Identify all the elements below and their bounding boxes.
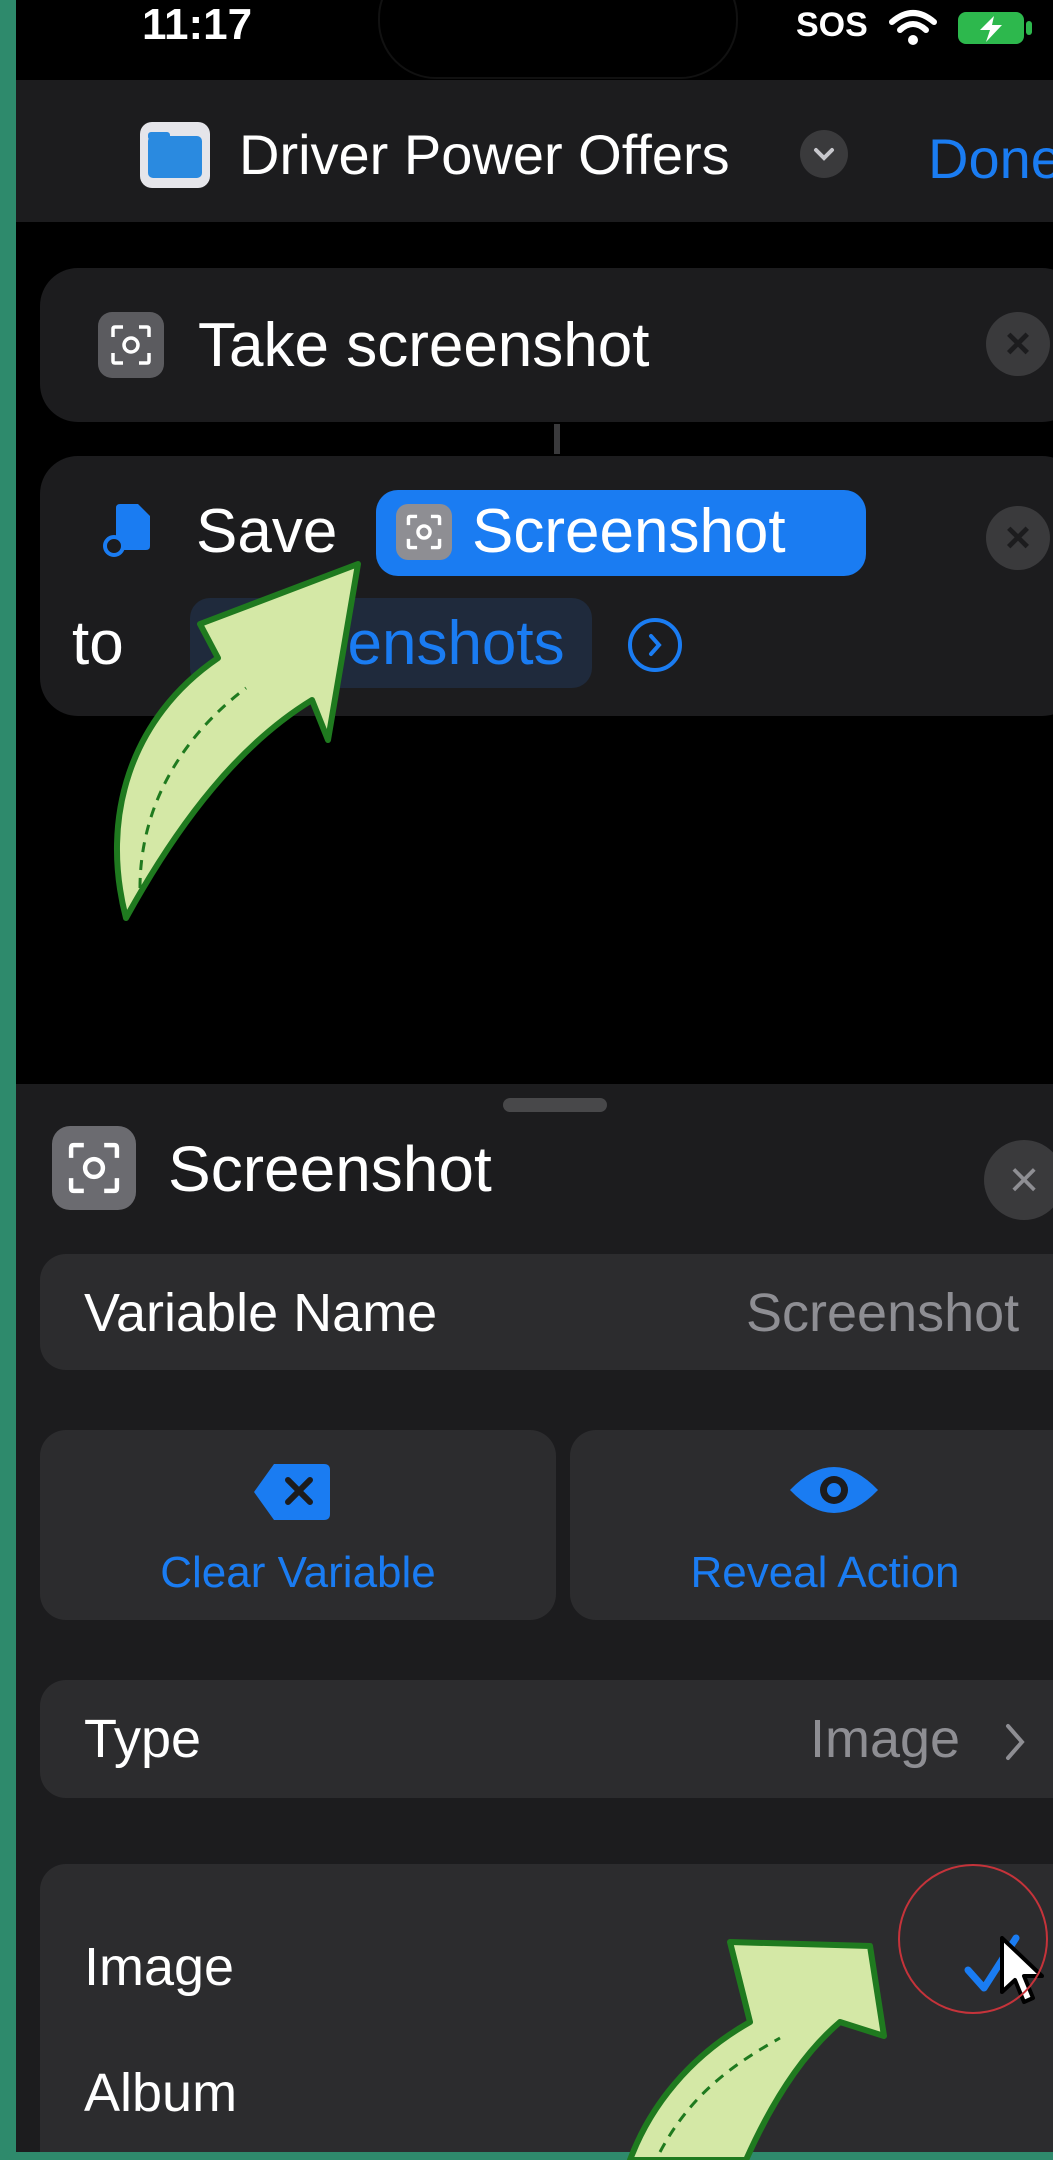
option-album[interactable]: Album — [84, 2062, 237, 2124]
reveal-action-label: Reveal Action — [690, 1548, 960, 1597]
status-time: 11:17 — [142, 0, 253, 49]
chevron-down-icon — [814, 148, 834, 161]
action-take-screenshot[interactable]: Take screenshot × — [40, 268, 1053, 422]
clear-variable-button[interactable]: Clear Variable — [40, 1430, 556, 1620]
chevron-right-icon — [1006, 1724, 1025, 1760]
delete-left-icon — [254, 1464, 330, 1520]
variable-name-value[interactable]: Screenshot — [746, 1282, 1019, 1344]
type-label: Type — [84, 1709, 202, 1769]
status-carrier: SOS — [796, 6, 868, 44]
close-icon: × — [1005, 319, 1031, 368]
curved-arrow-icon — [627, 1939, 887, 2160]
eye-icon — [790, 1467, 878, 1513]
variable-label: Screenshot — [472, 497, 786, 566]
close-icon: × — [1005, 513, 1031, 562]
highlight-circle — [898, 1864, 1048, 2014]
close-icon: × — [1008, 1151, 1040, 1209]
clear-variable-label: Clear Variable — [160, 1548, 436, 1597]
screenshot-icon — [98, 312, 164, 378]
dynamic-island — [378, 0, 738, 79]
action-title: Take screenshot — [198, 311, 650, 380]
shortcut-title[interactable]: Driver Power Offers — [239, 122, 730, 187]
variable-name-label: Variable Name — [84, 1283, 438, 1343]
action-connector — [554, 424, 560, 454]
remove-action-button[interactable]: × — [986, 312, 1050, 376]
type-row[interactable]: Type Image — [40, 1680, 1053, 1798]
phone-screen: 11:17 SOS Driver Power Offers Done Take … — [16, 0, 1053, 2152]
screenshot-icon — [52, 1126, 136, 1210]
type-value: Image — [810, 1709, 961, 1769]
variable-pill-screenshot[interactable]: Screenshot — [376, 490, 866, 576]
screenshot-icon — [396, 504, 452, 560]
reveal-action-button[interactable]: Reveal Action — [570, 1430, 1053, 1620]
variable-name-row[interactable]: Variable Name Screenshot — [40, 1254, 1053, 1370]
battery-charging-icon — [958, 12, 1032, 44]
curved-arrow-icon — [113, 561, 361, 921]
folder-icon — [140, 122, 210, 188]
sheet-grabber[interactable] — [503, 1098, 607, 1112]
sheet-close-button[interactable]: × — [984, 1140, 1053, 1220]
done-button[interactable]: Done — [928, 126, 1053, 191]
sheet-title: Screenshot — [168, 1133, 492, 1205]
nav-bar: Driver Power Offers Done — [16, 80, 1053, 222]
remove-action-button[interactable]: × — [986, 506, 1050, 570]
chevron-right-icon — [649, 634, 662, 656]
title-menu-button[interactable] — [800, 130, 848, 178]
options-list: Image Album — [40, 1864, 1053, 2152]
expand-options-button[interactable] — [628, 618, 682, 672]
option-image[interactable]: Image — [84, 1936, 234, 1998]
wifi-icon — [889, 10, 937, 45]
